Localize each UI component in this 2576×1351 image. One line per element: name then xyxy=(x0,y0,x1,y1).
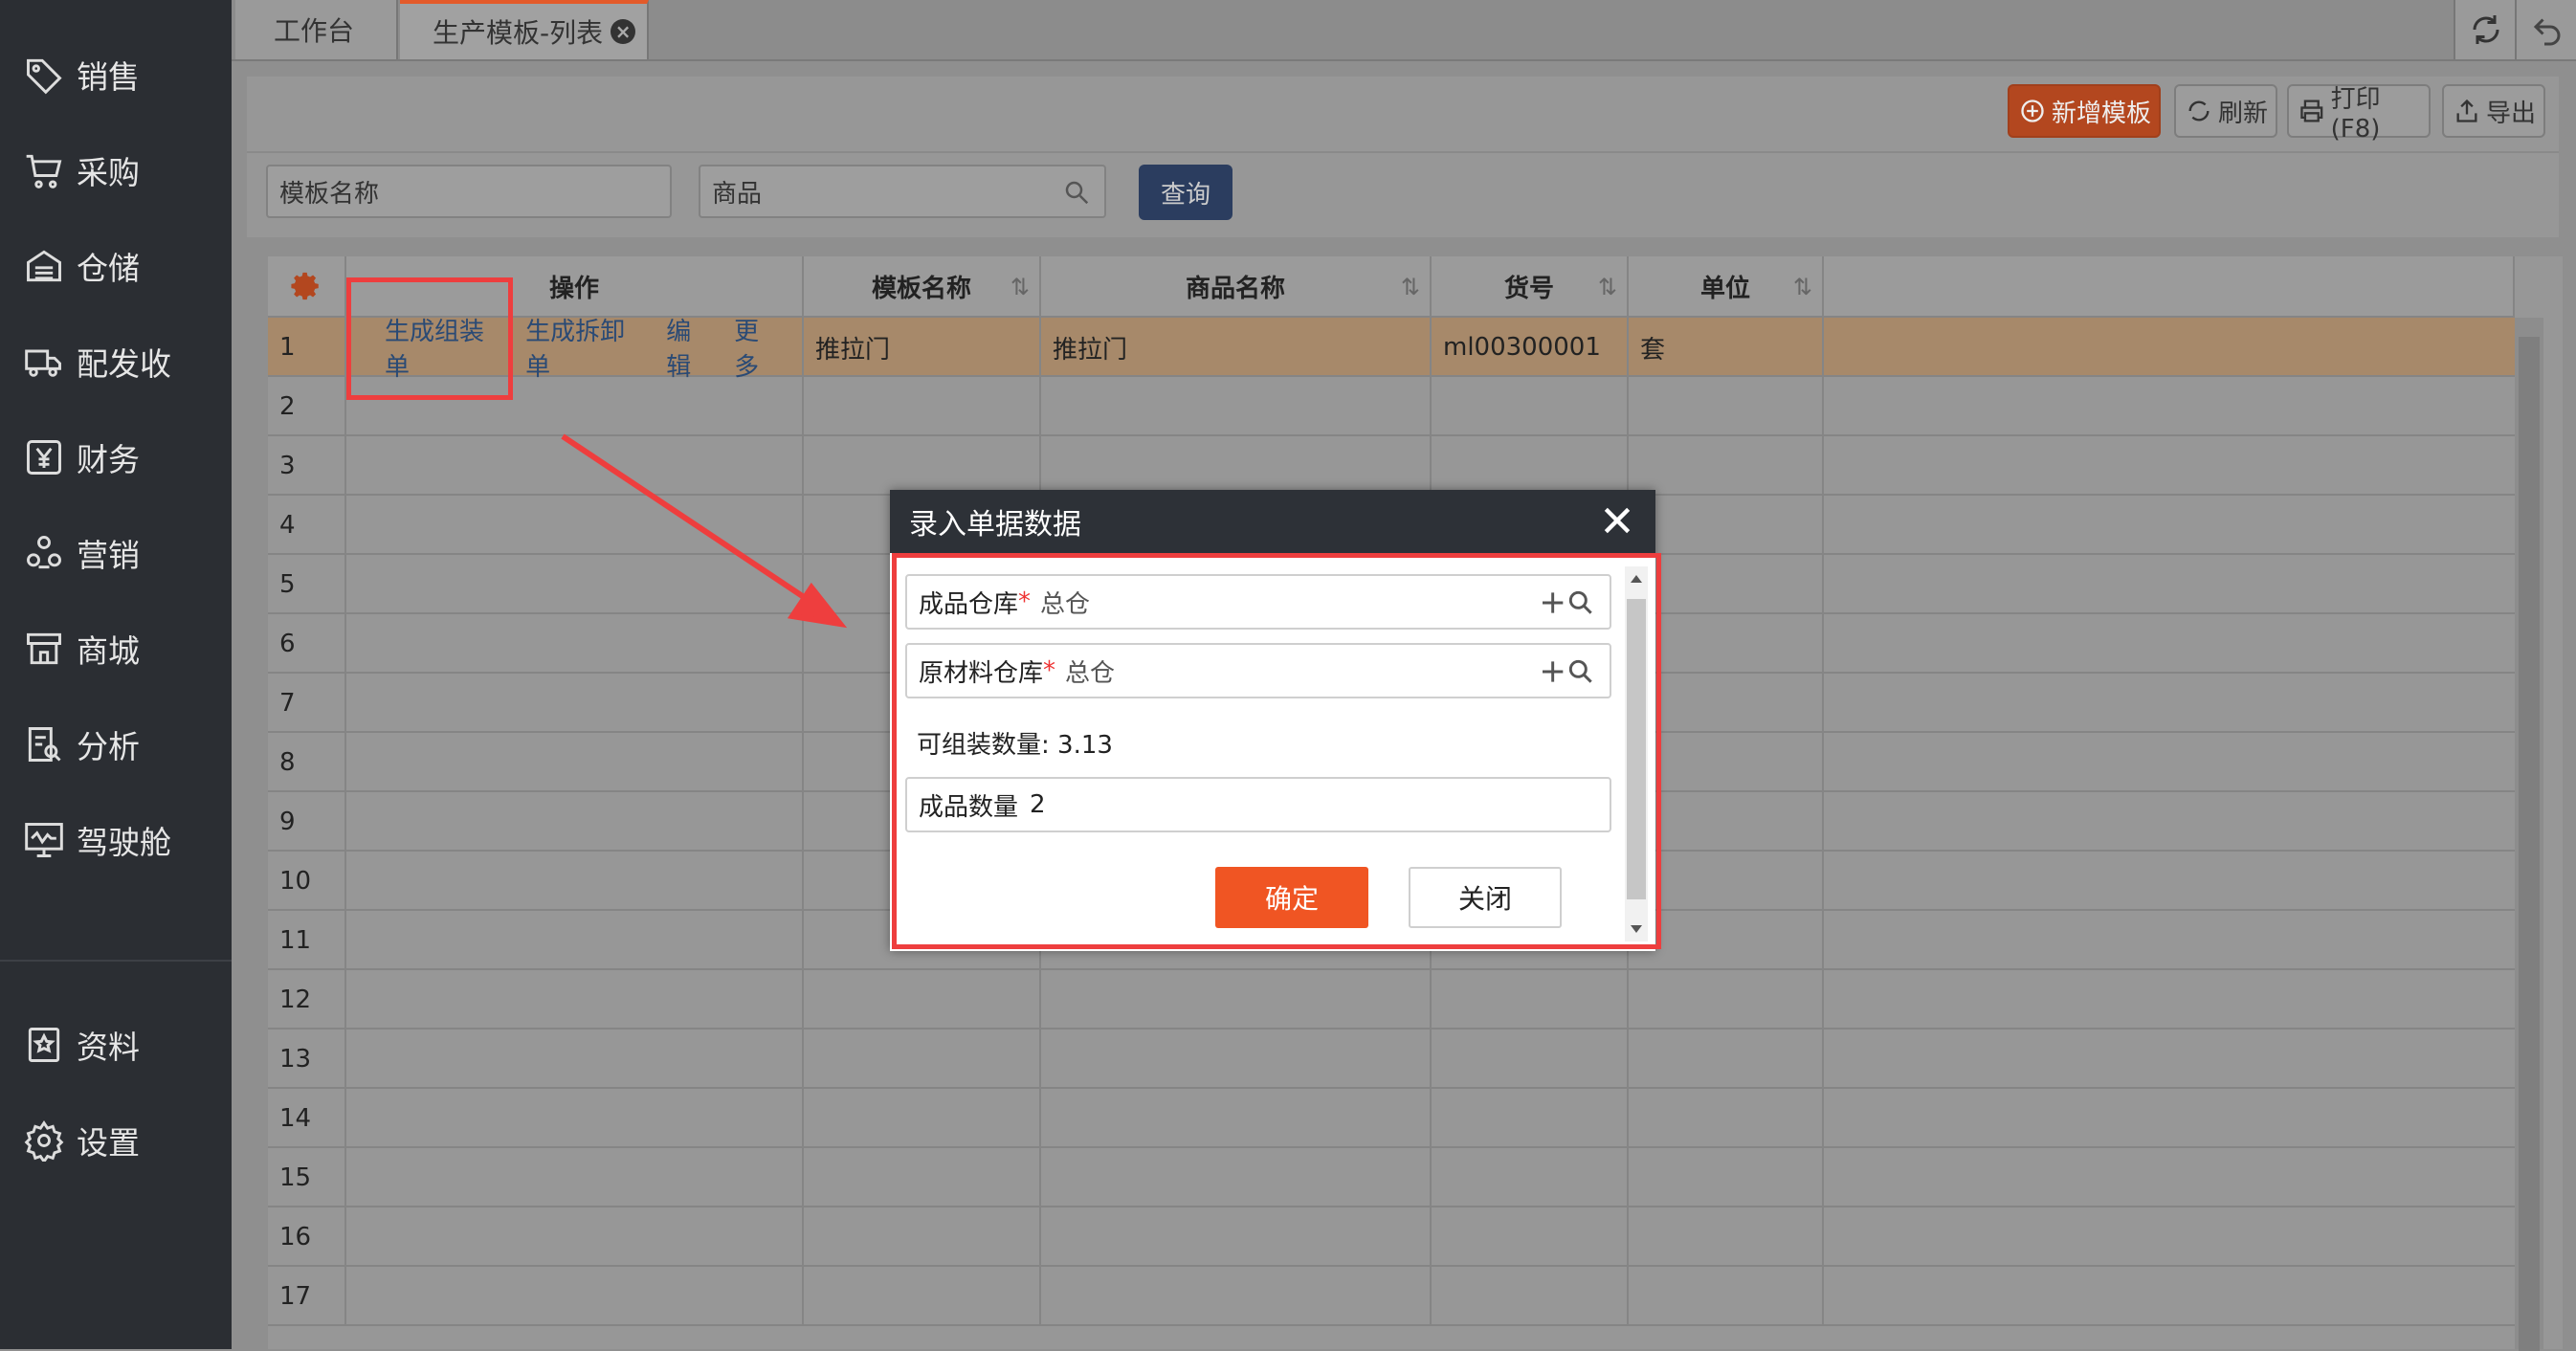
dialog-header: 录入单据数据 xyxy=(890,490,1655,553)
dialog-title: 录入单据数据 xyxy=(909,508,1081,542)
highlight-box xyxy=(892,553,1661,949)
close-icon[interactable] xyxy=(1598,501,1636,540)
